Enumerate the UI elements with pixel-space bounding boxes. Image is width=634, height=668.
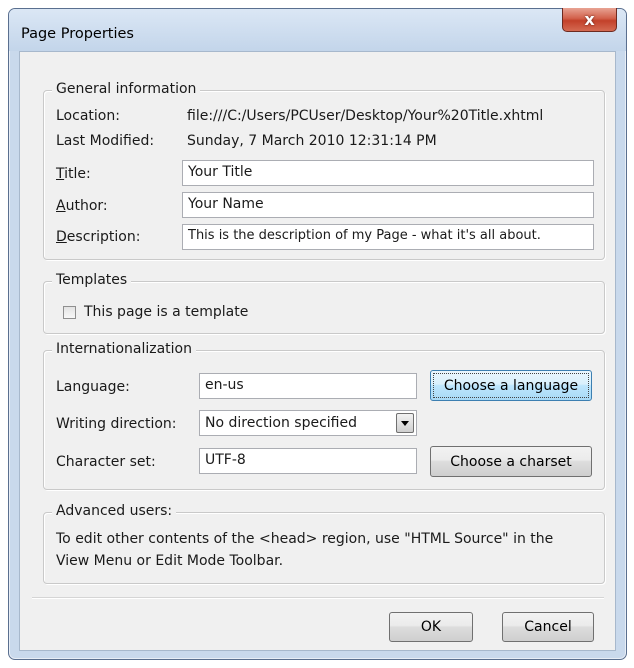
page-properties-dialog: Page Properties x General information Lo… <box>8 8 627 660</box>
last-modified-label: Last Modified: <box>56 133 155 149</box>
choose-language-button[interactable]: Choose a language <box>430 370 592 401</box>
footer-divider <box>32 597 604 599</box>
author-label: Author: <box>56 198 108 214</box>
dialog-client-area: General information Location: file:///C:… <box>19 51 616 651</box>
dialog-title: Page Properties <box>21 26 134 42</box>
description-input-value: This is the description of my Page - wha… <box>188 228 541 243</box>
close-icon: x <box>584 10 595 29</box>
last-modified-value: Sunday, 7 March 2010 12:31:14 PM <box>187 133 437 149</box>
title-label: Title: <box>56 166 91 182</box>
cancel-button[interactable]: Cancel <box>502 612 594 642</box>
description-label-text: escription: <box>66 229 141 245</box>
location-value: file:///C:/Users/PCUser/Desktop/Your%20T… <box>187 108 544 124</box>
author-label-text: uthor: <box>65 198 108 214</box>
character-set-input[interactable]: UTF-8 <box>199 448 417 474</box>
description-input[interactable]: This is the description of my Page - wha… <box>182 224 594 250</box>
choose-charset-button[interactable]: Choose a charset <box>430 446 592 477</box>
general-information-legend: General information <box>52 81 201 97</box>
ok-button[interactable]: OK <box>389 612 473 642</box>
title-label-accesskey: T <box>56 166 65 182</box>
choose-language-label: Choose a language <box>443 377 579 394</box>
language-label: Language: <box>56 379 130 395</box>
close-button[interactable]: x <box>562 8 617 32</box>
language-input-value: en-us <box>205 377 244 393</box>
writing-direction-label: Writing direction: <box>56 416 177 432</box>
title-label-text: itle: <box>64 166 91 182</box>
choose-charset-label: Choose a charset <box>450 453 572 470</box>
ok-button-label: OK <box>420 619 442 635</box>
author-label-accesskey: A <box>56 198 66 214</box>
character-set-label: Character set: <box>56 454 156 470</box>
author-input[interactable]: Your Name <box>182 192 594 218</box>
internationalization-legend: Internationalization <box>52 341 196 357</box>
template-checkbox[interactable] <box>63 306 76 319</box>
author-input-value: Your Name <box>188 196 264 212</box>
cancel-button-label: Cancel <box>524 619 572 635</box>
title-input-value: Your Title <box>188 164 253 180</box>
template-checkbox-label[interactable]: This page is a template <box>84 304 248 320</box>
writing-direction-select[interactable]: No direction specified <box>199 410 417 436</box>
advanced-users-line-1: To edit other contents of the <head> reg… <box>56 531 554 547</box>
advanced-users-legend: Advanced users: <box>52 503 177 519</box>
description-label: Description: <box>56 229 140 245</box>
location-label: Location: <box>56 108 120 124</box>
choose-language-button-focus-ring: Choose a language <box>433 373 589 398</box>
title-input[interactable]: Your Title <box>182 160 594 186</box>
language-input[interactable]: en-us <box>199 373 417 399</box>
writing-direction-value: No direction specified <box>205 415 357 431</box>
description-label-accesskey: D <box>56 229 67 245</box>
templates-legend: Templates <box>52 272 132 288</box>
title-bar[interactable]: Page Properties <box>9 9 626 51</box>
dropdown-arrow-icon[interactable] <box>396 413 414 433</box>
advanced-users-line-2: View Menu or Edit Mode Toolbar. <box>56 553 284 569</box>
character-set-input-value: UTF-8 <box>205 452 246 468</box>
